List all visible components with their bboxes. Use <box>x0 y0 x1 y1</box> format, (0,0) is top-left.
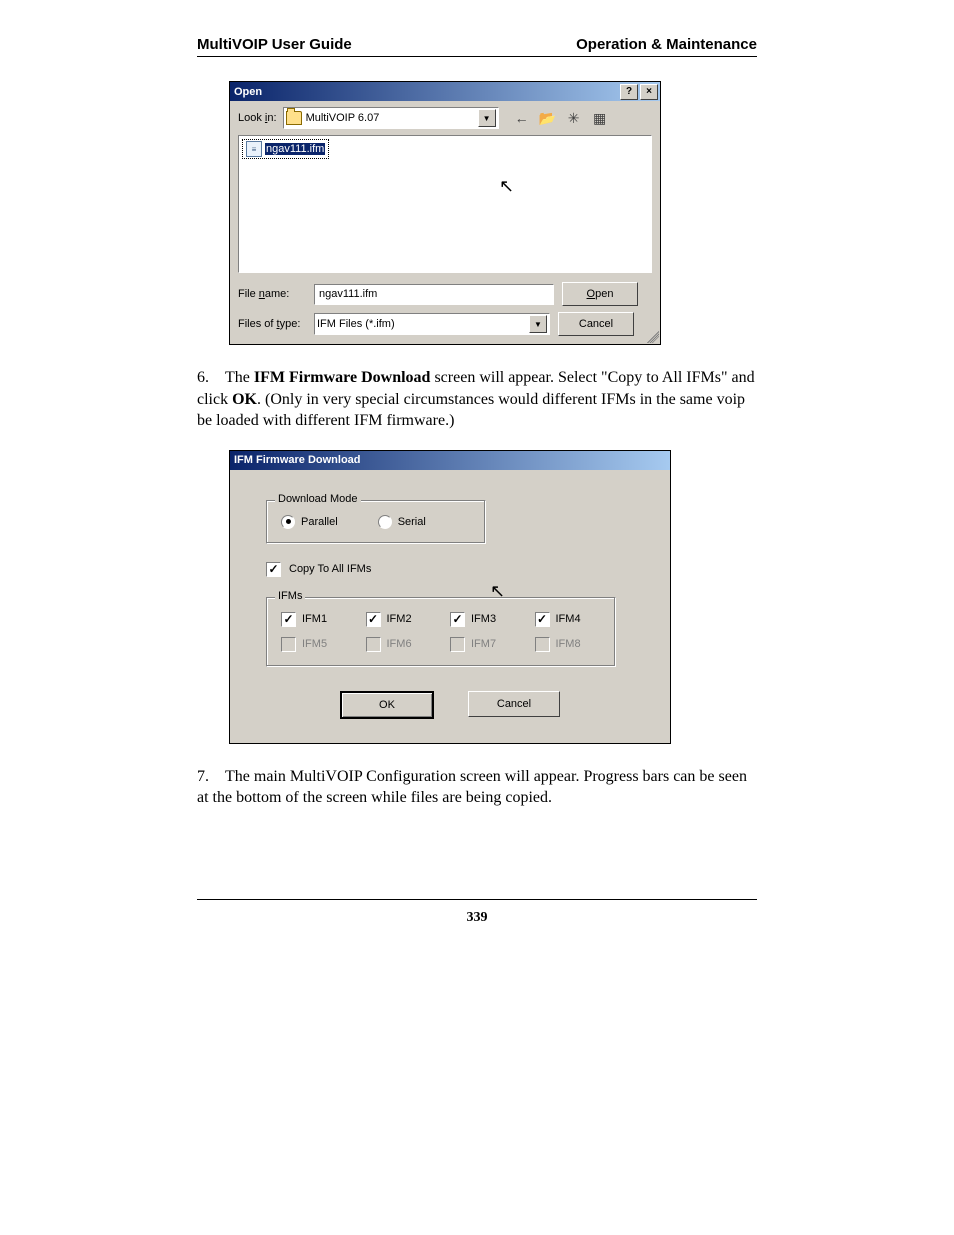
ifm-dialog: IFM Firmware Download Download Mode Para… <box>229 450 671 744</box>
ifm2-checkbox[interactable]: ✓IFM2 <box>366 612 433 627</box>
help-icon[interactable]: ? <box>620 84 638 100</box>
filetype-row: Files of type: IFM Files (*.ifm) ▼ Cance… <box>230 309 660 344</box>
lookin-label: Look in: <box>238 112 277 124</box>
bold-ok: OK <box>232 391 257 408</box>
step-7: 7.The main MultiVOIP Configuration scree… <box>197 766 757 809</box>
cancel-button[interactable]: Cancel <box>468 691 560 717</box>
open-dialog-titlebar: Open ? × <box>230 82 660 101</box>
filetype-value: IFM Files (*.ifm) <box>317 318 395 330</box>
ok-button[interactable]: OK <box>340 691 434 719</box>
close-icon[interactable]: × <box>640 84 658 100</box>
bold-ifm: IFM Firmware Download <box>254 369 431 386</box>
ifm7-checkbox: IFM7 <box>450 637 517 652</box>
chevron-down-icon[interactable]: ▼ <box>478 109 496 127</box>
ifms-label: IFMs <box>275 590 305 602</box>
cancel-button[interactable]: Cancel <box>558 312 634 336</box>
checkbox-checked-icon: ✓ <box>281 612 296 627</box>
lookin-row: Look in: MultiVOIP 6.07 ▼ ← 📂 ✳ ▦ <box>230 101 660 133</box>
up-folder-icon[interactable]: 📂 <box>537 108 559 128</box>
back-icon[interactable]: ← <box>511 108 533 128</box>
open-dialog: Open ? × Look in: MultiVOIP 6.07 ▼ ← 📂 ✳… <box>229 81 661 345</box>
ifm3-checkbox[interactable]: ✓IFM3 <box>450 612 517 627</box>
ifm5-checkbox: IFM5 <box>281 637 348 652</box>
step-6-number: 6. <box>197 367 225 389</box>
new-folder-icon[interactable]: ✳ <box>563 108 585 128</box>
open-button[interactable]: Open <box>562 282 638 306</box>
file-list[interactable]: ≡ ngav111.ifm ↖ <box>238 135 652 273</box>
copy-to-all-checkbox[interactable]: ✓ Copy To All IFMs <box>266 562 634 577</box>
download-mode-group: Download Mode Parallel Serial <box>266 500 486 544</box>
header-right: Operation & Maintenance <box>576 36 757 53</box>
lookin-value: MultiVOIP 6.07 <box>306 112 380 124</box>
page-number: 339 <box>197 899 757 926</box>
ifm8-checkbox: IFM8 <box>535 637 602 652</box>
filename-label: File name: <box>238 288 306 300</box>
cursor-icon: ↖ <box>499 176 514 197</box>
page-header: MultiVOIP User Guide Operation & Mainten… <box>197 36 757 57</box>
header-left: MultiVOIP User Guide <box>197 36 352 53</box>
filetype-label: Files of type: <box>238 318 306 330</box>
file-icon: ≡ <box>246 141 262 157</box>
filename-row: File name: ngav111.ifm Open <box>230 279 660 309</box>
checkbox-disabled-icon <box>535 637 550 652</box>
filetype-combo[interactable]: IFM Files (*.ifm) ▼ <box>314 313 550 335</box>
filename-value: ngav111.ifm <box>319 288 377 300</box>
filename-input[interactable]: ngav111.ifm <box>314 284 554 305</box>
chevron-down-icon[interactable]: ▼ <box>529 315 547 333</box>
lookin-combo[interactable]: MultiVOIP 6.07 ▼ <box>283 107 499 129</box>
ifm4-checkbox[interactable]: ✓IFM4 <box>535 612 602 627</box>
ifms-group: IFMs ✓IFM1 ✓IFM2 ✓IFM3 ✓IFM4 IFM5 IFM6 I… <box>266 597 616 667</box>
radio-off-icon <box>378 515 392 529</box>
folder-icon <box>286 111 302 125</box>
step-7-number: 7. <box>197 766 225 788</box>
checkbox-checked-icon: ✓ <box>535 612 550 627</box>
ifm-dialog-titlebar: IFM Firmware Download <box>230 451 670 470</box>
checkbox-disabled-icon <box>281 637 296 652</box>
ifm-dialog-title: IFM Firmware Download <box>234 454 668 466</box>
radio-on-icon <box>281 515 295 529</box>
checkbox-checked-icon: ✓ <box>450 612 465 627</box>
radio-parallel[interactable]: Parallel <box>281 515 338 529</box>
download-mode-label: Download Mode <box>275 493 361 505</box>
checkbox-disabled-icon <box>366 637 381 652</box>
file-name: ngav111.ifm <box>265 143 325 155</box>
views-icon[interactable]: ▦ <box>589 108 611 128</box>
radio-serial[interactable]: Serial <box>378 515 426 529</box>
checkbox-checked-icon: ✓ <box>266 562 281 577</box>
open-dialog-title: Open <box>234 86 618 98</box>
resize-grip-icon[interactable] <box>647 331 659 343</box>
list-item[interactable]: ≡ ngav111.ifm <box>242 139 329 159</box>
checkbox-checked-icon: ✓ <box>366 612 381 627</box>
ifm6-checkbox: IFM6 <box>366 637 433 652</box>
step-6: 6.The IFM Firmware Download screen will … <box>197 367 757 432</box>
checkbox-disabled-icon <box>450 637 465 652</box>
ifm1-checkbox[interactable]: ✓IFM1 <box>281 612 348 627</box>
